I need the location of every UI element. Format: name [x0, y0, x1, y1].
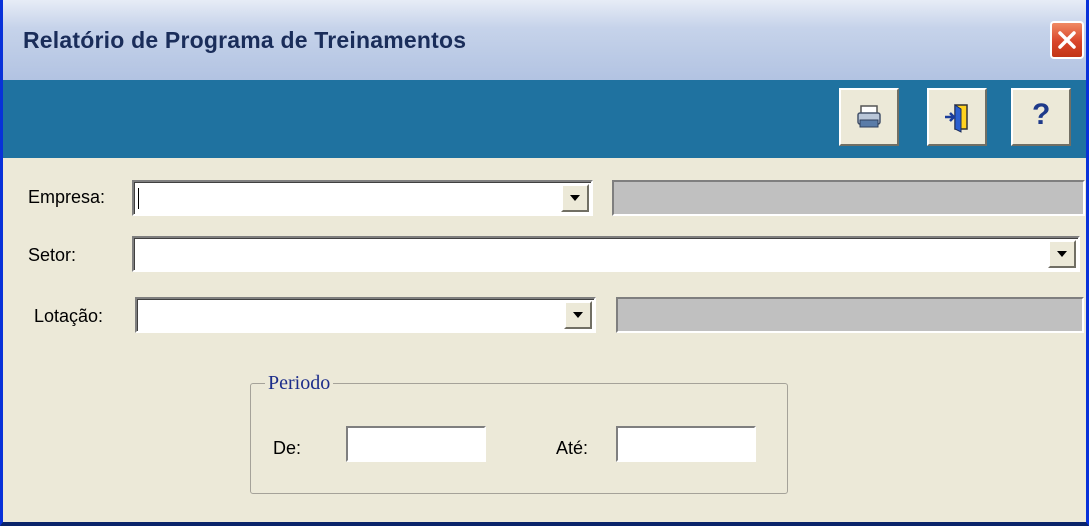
report-window: Relatório de Programa de Treinamentos ? — [0, 0, 1089, 526]
close-icon — [1058, 31, 1076, 49]
ate-label: Até: — [556, 438, 589, 458]
printer-icon — [857, 105, 881, 128]
title-bar[interactable]: Relatório de Programa de Treinamentos — [3, 0, 1086, 81]
setor-dropdown-button[interactable] — [1048, 240, 1076, 268]
help-icon: ? — [1032, 98, 1051, 131]
print-button[interactable] — [839, 88, 899, 146]
empresa-dropdown-button[interactable] — [561, 184, 589, 212]
periodo-legend: Periodo — [265, 372, 334, 395]
chevron-down-icon — [1057, 251, 1067, 257]
exit-door-icon — [945, 104, 968, 133]
setor-label: Setor: — [28, 245, 77, 265]
help-button[interactable]: ? — [1011, 88, 1071, 146]
empresa-description — [612, 180, 1085, 216]
empresa-combo[interactable] — [132, 180, 593, 216]
ate-date-input[interactable] — [616, 426, 756, 462]
empresa-label: Empresa: — [28, 187, 106, 207]
window-title: Relatório de Programa de Treinamentos — [23, 27, 467, 53]
lotacao-combo[interactable] — [135, 297, 596, 333]
de-date-input[interactable] — [346, 426, 486, 462]
lotacao-label: Lotação: — [34, 306, 104, 326]
exit-button[interactable] — [927, 88, 987, 146]
setor-combo[interactable] — [132, 236, 1080, 272]
chevron-down-icon — [570, 195, 580, 201]
lotacao-description — [616, 297, 1084, 333]
de-label: De: — [273, 438, 302, 458]
close-button[interactable] — [1050, 21, 1084, 59]
text-caret — [138, 188, 139, 209]
chevron-down-icon — [573, 312, 583, 318]
toolbar: ? — [3, 80, 1086, 158]
lotacao-dropdown-button[interactable] — [564, 301, 592, 329]
